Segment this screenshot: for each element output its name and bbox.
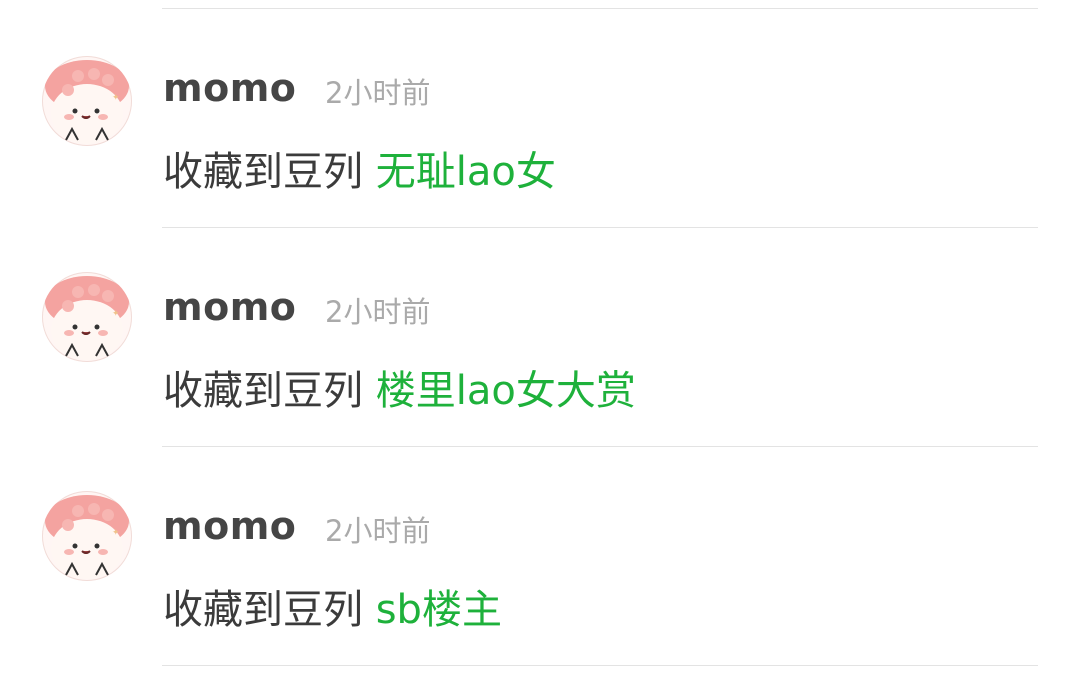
avatar[interactable]: ✦ (42, 56, 132, 146)
timestamp: 2小时前 (325, 76, 431, 110)
avatar[interactable]: ✦ (42, 491, 132, 581)
svg-text:✦: ✦ (112, 309, 120, 319)
doulist-link[interactable]: sb楼主 (376, 587, 502, 633)
username[interactable]: momo (163, 66, 296, 110)
avatar-illustration-icon: ✦ (45, 495, 129, 579)
doulist-link[interactable]: 无耻lao女 (376, 149, 556, 195)
username[interactable]: momo (163, 504, 296, 548)
activity-text: 收藏到豆列 无耻lao女 (163, 139, 556, 197)
username[interactable]: momo (163, 285, 296, 329)
avatar[interactable]: ✦ (42, 272, 132, 362)
activity-verb: 收藏到豆列 (163, 368, 363, 414)
svg-text:✦: ✦ (112, 93, 120, 103)
activity-text: 收藏到豆列 sb楼主 (163, 577, 502, 635)
timestamp: 2小时前 (325, 514, 431, 548)
timestamp: 2小时前 (325, 295, 431, 329)
avatar-illustration-icon: ✦ (45, 276, 129, 360)
feed-item: ✦ momo 2小时前 收藏到豆列 无耻lao女 (0, 0, 1080, 218)
svg-text:✦: ✦ (112, 528, 120, 538)
activity-verb: 收藏到豆列 (163, 149, 363, 195)
feed-item: ✦ momo 2小时前 收藏到豆列 sb楼主 (0, 438, 1080, 656)
activity-text: 收藏到豆列 楼里lao女大赏 (163, 358, 636, 416)
activity-verb: 收藏到豆列 (163, 587, 363, 633)
doulist-link[interactable]: 楼里lao女大赏 (376, 368, 636, 414)
avatar-illustration-icon: ✦ (45, 60, 129, 144)
feed-item: ✦ momo 2小时前 收藏到豆列 楼里lao女大赏 (0, 219, 1080, 437)
item-divider (162, 665, 1038, 666)
